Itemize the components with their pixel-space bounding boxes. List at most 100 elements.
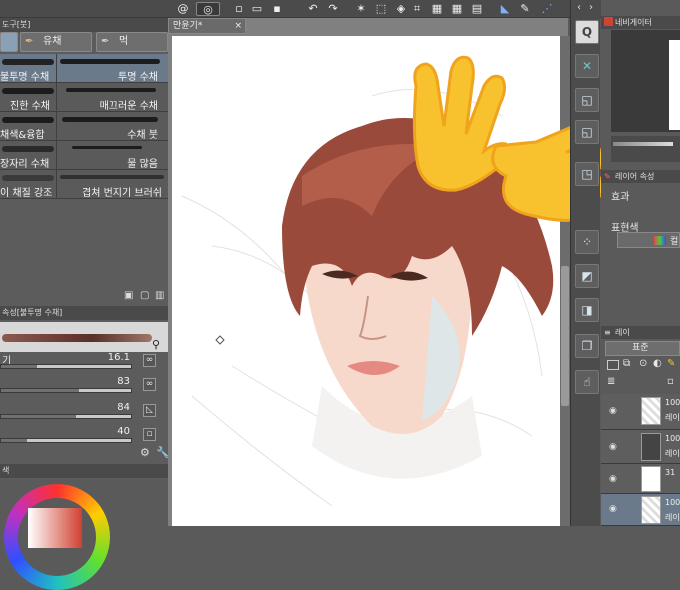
pressure-icon[interactable]: ∞ (143, 354, 156, 367)
layer-opacity: 100 (665, 434, 680, 443)
list-item[interactable]: 불투명 수채 투명 수채 (0, 54, 168, 83)
tab-watercolor[interactable] (0, 32, 18, 52)
brush-list: 불투명 수채 투명 수채 진한 수채 매끄러운 수채 채색&융합 수채 붓 장자… (0, 54, 168, 204)
slider-value: 16.1 (107, 352, 130, 363)
layer-property-icon[interactable]: ◳ (575, 162, 599, 186)
layer-row[interactable]: ◉ 31 (601, 464, 680, 494)
layer-row-selected[interactable]: ◉ 100 레이 (601, 494, 680, 526)
color-wheel-area[interactable] (0, 480, 168, 590)
layer-toolbar: ⧉ ⊙ ◐ ✎ (605, 358, 680, 374)
spiral-icon[interactable]: @ (176, 2, 190, 16)
sub-tool-icon[interactable]: ✕ (575, 54, 599, 78)
layer-name: 레이 (665, 449, 680, 458)
slider-option-icon[interactable]: ▫ (143, 428, 156, 441)
image-icon[interactable]: ▦ (430, 2, 444, 16)
brush-name-left: 이 채질 강조 (0, 188, 53, 199)
sparkle-icon[interactable]: ✶ (354, 2, 368, 16)
search-icon[interactable]: ⚲ (152, 338, 160, 351)
tab-ink-label: 먹 (119, 36, 129, 47)
slider-track[interactable] (0, 364, 132, 369)
logo-icon[interactable]: ◎ (196, 2, 220, 16)
chevron-right-icon[interactable]: › (589, 2, 593, 13)
lock-icon[interactable]: ⊙ (639, 358, 647, 369)
density-slider[interactable]: 84 ◺ (0, 402, 168, 422)
mask-icon[interactable]: ◐ (653, 358, 662, 369)
opacity-slider[interactable]: 83 ∞ (0, 376, 168, 396)
brush-settings-icon[interactable]: ▣ (124, 290, 133, 301)
navigator-preview[interactable] (611, 30, 680, 132)
scroll-thumb[interactable] (561, 266, 569, 406)
layer-row[interactable]: ◉ 100 레이 (601, 430, 680, 464)
chevron-left-icon[interactable]: ‹ (577, 2, 581, 13)
eye-icon[interactable]: ◉ (609, 504, 619, 514)
material-icon[interactable]: ⁘ (575, 230, 599, 254)
tab-ink[interactable]: ✒ 먹 (96, 32, 168, 52)
layer-thumbnail (641, 496, 661, 524)
document-tab[interactable]: 만윤기* × (168, 18, 246, 34)
list-item[interactable]: 장자리 수채 물 많음 (0, 141, 168, 170)
brush-name-right: 매끄러운 수채 (99, 101, 158, 112)
ruler-icon[interactable]: ◣ (498, 2, 512, 16)
hand-pointer-icon[interactable]: ☝ (575, 370, 599, 394)
blend-slider[interactable]: 40 ▫ (0, 426, 168, 446)
image-material-icon[interactable]: ◩ (575, 264, 599, 288)
layer-icon[interactable]: ▤ (470, 2, 484, 16)
pen-icon: ✎ (604, 172, 611, 181)
tab-oil[interactable]: ✒ 유채 (20, 32, 92, 52)
eye-icon[interactable]: ◉ (609, 442, 619, 452)
navigator-zoom-bar[interactable] (611, 136, 680, 162)
snap-icon[interactable]: ⋰ (540, 2, 554, 16)
list-item[interactable]: 이 채질 강조 겹쳐 번지기 브러쉬 (0, 170, 168, 199)
right-icon-strip: ‹ › Q ✕ ◱ ◱ ◳ ⁘ ◩ ◨ ❐ ☝ (570, 0, 600, 526)
slider-fill (1, 365, 38, 368)
pressure-icon[interactable]: ∞ (143, 378, 156, 391)
slider-value: 83 (117, 376, 130, 387)
brush-name-right: 투명 수채 (118, 72, 158, 83)
eye-icon[interactable]: ◉ (609, 474, 619, 484)
clip-icon[interactable]: ⧉ (623, 358, 630, 369)
layer-thumb-icon[interactable]: ▫ (667, 376, 674, 387)
bucket-icon[interactable]: ◈ (394, 2, 408, 16)
quick-access-icon[interactable]: Q (575, 20, 599, 44)
brush-name-left: 장자리 수채 (0, 159, 50, 170)
layer-color-icon[interactable] (607, 360, 619, 370)
trash-icon[interactable]: ▥ (155, 290, 164, 301)
expression-color-select[interactable]: 컬 (617, 232, 680, 248)
property-icon[interactable]: ◱ (575, 120, 599, 144)
color-square[interactable] (28, 508, 82, 548)
settings-icon[interactable]: ⚙ (140, 446, 150, 459)
brush-preview (0, 322, 168, 352)
slider-track[interactable] (0, 388, 132, 393)
save-icon[interactable]: ▪ (270, 2, 284, 16)
grid-icon[interactable]: ▦ (450, 2, 464, 16)
layer-opacity: 31 (665, 468, 676, 477)
close-icon[interactable]: × (234, 19, 242, 33)
navigator-icon[interactable]: ◱ (575, 88, 599, 112)
eye-icon[interactable]: ◉ (609, 406, 619, 416)
slider-track[interactable] (0, 414, 132, 419)
new-file-icon[interactable]: ▫ (232, 2, 246, 16)
layer-panel-title-text: 레이 (615, 328, 630, 337)
brush-name-right: 수채 붓 (127, 130, 158, 141)
list-item[interactable]: 채색&융합 수채 붓 (0, 112, 168, 141)
crop-icon[interactable]: ⌗ (410, 2, 424, 16)
slider-value: 40 (117, 426, 130, 437)
graph-icon[interactable]: ◺ (143, 404, 156, 417)
layers-icon[interactable]: ≣ (607, 376, 615, 387)
brush-name-left: 진한 수채 (10, 101, 50, 112)
size-slider[interactable]: 기 16.1 ∞ (0, 352, 168, 372)
blend-mode-select[interactable]: 표준 (605, 341, 680, 356)
open-folder-icon[interactable]: ▭ (250, 2, 264, 16)
new-brush-icon[interactable]: ▢ (140, 290, 149, 301)
redo-icon[interactable]: ↷ (326, 2, 340, 16)
list-item[interactable]: 진한 수채 매끄러운 수채 (0, 83, 168, 112)
ref-icon[interactable]: ✎ (667, 358, 675, 369)
brush-panel: 도구[붓] ✒ 유채 ✒ 먹 불투명 수채 투명 수채 진한 수채 매끄러운 수… (0, 18, 170, 590)
transform-icon[interactable]: ⬚ (374, 2, 388, 16)
slider-track[interactable] (0, 438, 132, 443)
layer-stack-icon[interactable]: ❐ (575, 334, 599, 358)
layer-row[interactable]: ◉ 100 레이 (601, 394, 680, 430)
pen-icon[interactable]: ✎ (518, 2, 532, 16)
undo-icon[interactable]: ↶ (306, 2, 320, 16)
history-icon[interactable]: ◨ (575, 298, 599, 322)
